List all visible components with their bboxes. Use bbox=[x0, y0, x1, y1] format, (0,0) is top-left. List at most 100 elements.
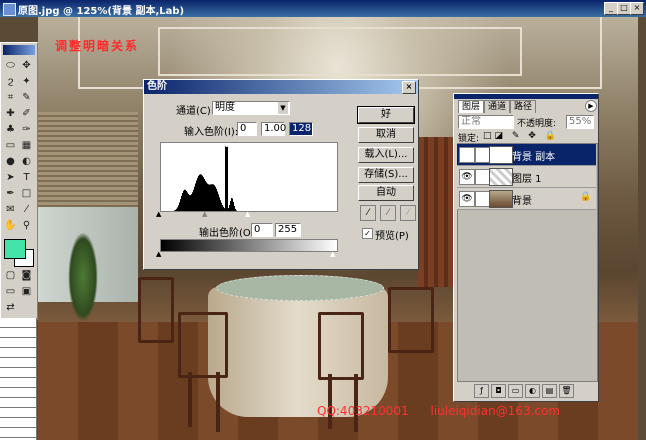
minimize-button[interactable]: _ bbox=[604, 2, 618, 15]
black-eyedropper-icon[interactable]: ⁄ bbox=[360, 205, 376, 221]
histogram bbox=[160, 142, 338, 212]
levels-dialog-title: 色阶 bbox=[147, 81, 167, 92]
histogram-bar bbox=[213, 184, 214, 211]
tab-paths[interactable]: 路径 bbox=[510, 100, 537, 113]
stamp-tool-icon[interactable]: ♣ bbox=[3, 123, 18, 137]
histogram-bar bbox=[212, 184, 213, 211]
tab-layers[interactable]: 图层 bbox=[458, 100, 485, 113]
table-top bbox=[216, 275, 384, 301]
window-title-bar: 原图.jpg @ 125%(背景 副本,Lab) _ □ × bbox=[0, 0, 646, 17]
chair bbox=[178, 312, 228, 378]
gamma-handle[interactable]: ▲ bbox=[202, 211, 207, 218]
slice-tool-icon[interactable]: ✎ bbox=[19, 91, 34, 105]
chair-leg bbox=[188, 372, 192, 427]
opacity-field[interactable]: 55% bbox=[566, 115, 594, 129]
output-slider[interactable]: ▲ ▲ bbox=[156, 251, 336, 258]
pen-tool-icon[interactable]: ✒ bbox=[3, 187, 18, 201]
lasso-tool-icon[interactable]: ϩ bbox=[3, 75, 18, 89]
input-slider[interactable]: ▲ ▲ ▲ bbox=[156, 211, 336, 218]
output-white-handle[interactable]: ▲ bbox=[330, 251, 335, 258]
hand-tool-icon[interactable]: ✋ bbox=[3, 219, 18, 233]
quick-mask-on-icon[interactable]: ◙ bbox=[19, 269, 34, 283]
histogram-bar bbox=[204, 179, 205, 211]
output-black-handle[interactable]: ▲ bbox=[156, 251, 161, 258]
histogram-bar bbox=[186, 190, 187, 211]
close-button[interactable]: × bbox=[630, 2, 644, 15]
output-white-field[interactable]: 255 bbox=[275, 223, 301, 237]
dodge-tool-icon[interactable]: ◐ bbox=[19, 155, 34, 169]
new-set-icon[interactable]: ▭ bbox=[508, 384, 523, 398]
shape-tool-icon[interactable]: □ bbox=[19, 187, 34, 201]
histogram-bar bbox=[192, 192, 193, 211]
quick-mask-off-icon[interactable]: ▢ bbox=[3, 269, 18, 283]
histogram-bar bbox=[194, 186, 195, 211]
adjustment-layer-icon[interactable]: ◐ bbox=[525, 384, 540, 398]
notes-tool-icon[interactable]: ✉ bbox=[3, 203, 18, 217]
brush-tool-icon[interactable]: ✐ bbox=[19, 107, 34, 121]
histogram-bar bbox=[187, 192, 188, 211]
delete-layer-icon[interactable]: 🗑 bbox=[559, 384, 574, 398]
move-tool-icon[interactable]: ✥ bbox=[19, 59, 34, 73]
palette-drag-bar[interactable] bbox=[454, 94, 598, 99]
healing-tool-icon[interactable]: ✚ bbox=[3, 107, 18, 121]
type-tool-icon[interactable]: T bbox=[19, 171, 34, 185]
path-select-icon[interactable]: ➤ bbox=[3, 171, 18, 185]
auto-button[interactable]: 自动 bbox=[358, 185, 414, 201]
white-eyedropper-icon[interactable]: ⁄ bbox=[400, 205, 416, 221]
output-black-field[interactable]: 0 bbox=[251, 223, 273, 237]
layer-mask-icon[interactable]: ◘ bbox=[491, 384, 506, 398]
crop-tool-icon[interactable]: ⌗ bbox=[3, 91, 18, 105]
white-point-handle[interactable]: ▲ bbox=[245, 211, 250, 218]
histogram-bar bbox=[182, 192, 183, 211]
palette-menu-icon[interactable]: ▶ bbox=[585, 100, 597, 112]
input-gamma-field[interactable]: 1.00 bbox=[261, 122, 286, 136]
fullscreen-mode-icon[interactable]: ▣ bbox=[19, 285, 34, 299]
vertical-ruler bbox=[0, 318, 37, 440]
blur-tool-icon[interactable]: ● bbox=[3, 155, 18, 169]
histogram-bar bbox=[225, 146, 226, 211]
dialog-close-button[interactable]: × bbox=[402, 81, 416, 94]
eye-icon[interactable]: 👁 bbox=[459, 147, 475, 163]
histogram-graph bbox=[174, 146, 237, 211]
histogram-bar bbox=[185, 189, 186, 211]
new-layer-icon[interactable]: ▤ bbox=[542, 384, 557, 398]
save-button[interactable]: 存储(S)... bbox=[358, 167, 414, 183]
canvas-caption: 调整明暗关系 bbox=[55, 39, 140, 53]
gray-eyedropper-icon[interactable]: ⁄ bbox=[380, 205, 396, 221]
layer-style-icon[interactable]: ƒ bbox=[474, 384, 489, 398]
gradient-tool-icon[interactable]: ▦ bbox=[19, 139, 34, 153]
blend-mode-select[interactable]: 正常 bbox=[458, 115, 514, 129]
jump-to-imageready-icon[interactable]: ⇄ bbox=[3, 301, 18, 315]
lock-icons[interactable]: □◪ ✎ ✥ 🔒 bbox=[483, 131, 559, 141]
eyedropper-tool-icon[interactable]: ⁄ bbox=[19, 203, 34, 217]
histogram-bar bbox=[183, 190, 184, 211]
layer-row-layer1[interactable]: 👁 图层 1 bbox=[457, 166, 596, 188]
input-white-field[interactable]: 128 bbox=[289, 122, 313, 136]
black-point-handle[interactable]: ▲ bbox=[156, 211, 161, 218]
contact-watermark: QQ:403210001 liuleiqidian@163.com bbox=[317, 404, 560, 418]
maximize-button[interactable]: □ bbox=[617, 2, 631, 15]
eye-icon[interactable]: 👁 bbox=[459, 191, 475, 207]
histogram-bar bbox=[220, 200, 221, 211]
preview-checkbox[interactable]: ✓ bbox=[362, 228, 373, 239]
channel-select[interactable]: 明度 ▼ bbox=[212, 101, 290, 115]
layer-row-bg-copy[interactable]: 👁 ✐ 背景 副本 bbox=[457, 144, 596, 166]
cancel-button[interactable]: 取消 bbox=[358, 127, 414, 143]
eye-icon[interactable]: 👁 bbox=[459, 169, 475, 185]
zoom-tool-icon[interactable]: ⚲ bbox=[19, 219, 34, 233]
load-button[interactable]: 载入(L)... bbox=[358, 147, 414, 163]
history-brush-icon[interactable]: ✑ bbox=[19, 123, 34, 137]
histogram-bar bbox=[189, 195, 190, 211]
eraser-tool-icon[interactable]: ▭ bbox=[3, 139, 18, 153]
layer-row-background[interactable]: 👁 背景 🔒 bbox=[457, 188, 596, 210]
histogram-bar bbox=[184, 189, 185, 211]
foreground-color-swatch[interactable] bbox=[4, 239, 26, 259]
ok-button[interactable]: 好 bbox=[357, 106, 415, 124]
input-black-field[interactable]: 0 bbox=[237, 122, 257, 136]
chair-leg bbox=[216, 372, 220, 432]
histogram-bar bbox=[198, 175, 199, 211]
magic-wand-icon[interactable]: ✦ bbox=[19, 75, 34, 89]
screen-mode-icon[interactable]: ▭ bbox=[3, 285, 18, 299]
marquee-tool-icon[interactable]: ⬭ bbox=[3, 59, 18, 73]
tab-channels[interactable]: 通道 bbox=[484, 100, 511, 113]
